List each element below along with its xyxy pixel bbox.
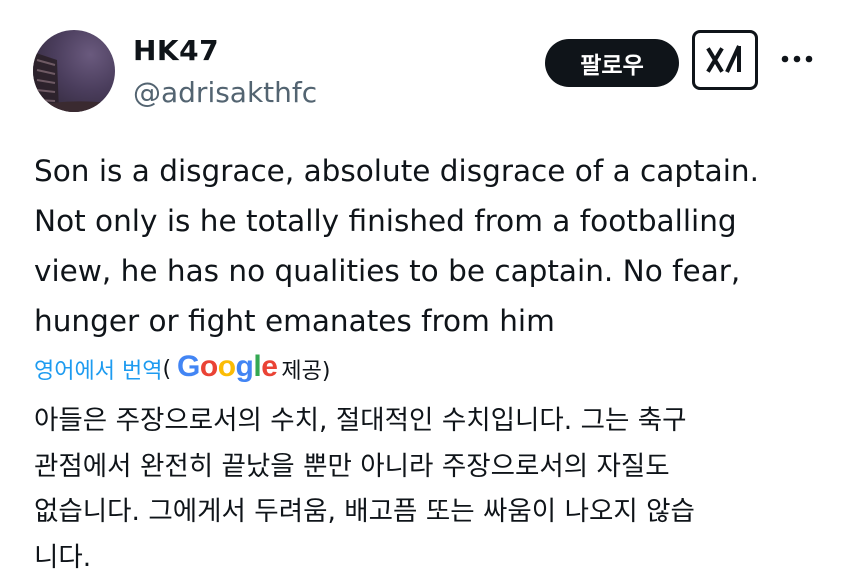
more-options-button[interactable] [779,44,815,74]
grok-icon [706,45,741,73]
more-icon [781,55,813,63]
translated-text: 아들은 주장으로서의 수치, 절대적인 수치입니다. 그는 축구 관점에서 완전… [34,405,695,573]
avatar-image [33,52,115,112]
grok-button[interactable] [692,30,758,90]
open-paren: ( [162,356,172,382]
author-handle[interactable]: @adrisakthfc [133,76,317,109]
follow-button[interactable]: 팔로우 [545,39,679,87]
avatar[interactable] [33,30,115,112]
translated-from-link[interactable]: 영어에서 번역 [34,353,162,385]
tweet-text: Son is a disgrace, absolute disgrace of … [34,154,759,338]
translation-attribution: 영어에서 번역 ( Google 제공) [34,349,330,389]
google-logo: Google [177,350,278,383]
translation-provider-suffix: 제공) [281,359,331,384]
author-display-name[interactable]: HK47 [133,34,219,67]
